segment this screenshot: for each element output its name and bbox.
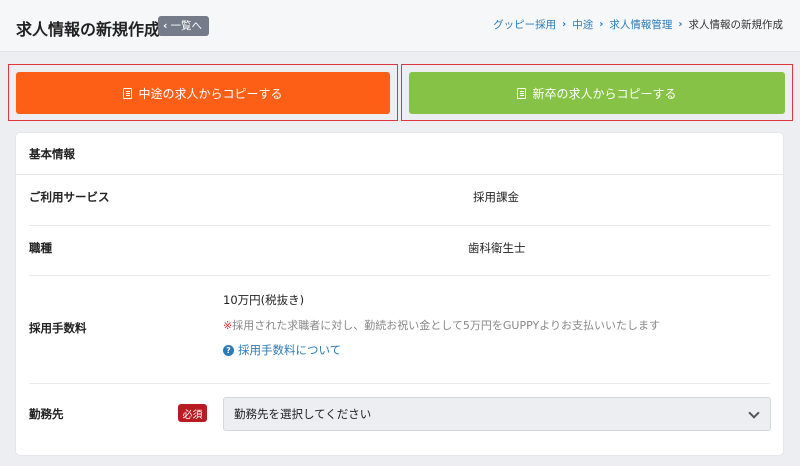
new-grad-copy-frame: 新卒の求人からコピーする xyxy=(401,64,793,121)
chevron-left-icon: ‹ xyxy=(163,19,168,32)
job-type-label: 職種 xyxy=(29,241,52,255)
workplace-row: 勤務先 必須 勤務先を選択してください xyxy=(29,384,771,444)
service-value: 採用課金 xyxy=(473,190,519,204)
page-header: 求人情報の新規作成 ‹ 一覧へ グッピー採用 › 中途 › 求人情報管理 › 求… xyxy=(0,0,800,52)
required-badge: 必須 xyxy=(178,404,207,422)
fee-info-link[interactable]: ? 採用手数料について xyxy=(223,342,341,358)
note-mark: ※ xyxy=(223,319,233,332)
copy-mid-career-button[interactable]: 中途の求人からコピーする xyxy=(16,72,390,114)
breadcrumb-current: 求人情報の新規作成 xyxy=(688,19,784,31)
breadcrumb-mid-career[interactable]: 中途 xyxy=(572,17,593,32)
breadcrumb-job-management[interactable]: 求人情報管理 xyxy=(609,17,672,32)
fee-row: 採用手数料 10万円(税抜き) ※採用された求職者に対し、勤続お祝い金として5万… xyxy=(29,276,770,384)
back-button-label: 一覧へ xyxy=(170,20,203,32)
chevron-right-icon: › xyxy=(562,19,567,30)
fee-info-link-label: 採用手数料について xyxy=(238,343,342,357)
copy-mid-career-label: 中途の求人からコピーする xyxy=(138,86,283,101)
fee-label: 採用手数料 xyxy=(29,321,87,335)
document-icon xyxy=(123,87,133,99)
fee-note-text: 採用された求職者に対し、勤続お祝い金として5万円をGUPPYよりお支払いいたしま… xyxy=(232,319,660,332)
question-circle-icon: ? xyxy=(223,344,234,356)
service-label: ご利用サービス xyxy=(29,190,110,204)
chevron-right-icon: › xyxy=(678,19,683,30)
job-type-row: 職種 歯科衛生士 xyxy=(29,226,770,276)
workplace-select[interactable]: 勤務先を選択してください xyxy=(223,397,771,431)
workplace-select-placeholder: 勤務先を選択してください xyxy=(234,407,372,421)
card-title: 基本情報 xyxy=(16,133,783,175)
service-row: ご利用サービス 採用課金 xyxy=(29,175,770,226)
basic-info-card: 基本情報 ご利用サービス 採用課金 職種 歯科衛生士 採用手数料 10万円(税抜… xyxy=(16,133,783,455)
breadcrumb: グッピー採用 › 中途 › 求人情報管理 › 求人情報の新規作成 xyxy=(493,17,783,32)
fee-note: ※採用された求職者に対し、勤続お祝い金として5万円をGUPPYよりお支払いいたし… xyxy=(223,317,660,333)
document-icon xyxy=(517,87,527,99)
fee-amount: 10万円(税抜き) xyxy=(223,293,305,307)
page-title: 求人情報の新規作成 xyxy=(16,20,161,39)
workplace-label: 勤務先 xyxy=(29,407,64,421)
copy-new-grad-button[interactable]: 新卒の求人からコピーする xyxy=(409,72,785,114)
job-type-value: 歯科衛生士 xyxy=(468,241,526,255)
chevron-right-icon: › xyxy=(599,19,604,30)
breadcrumb-guppy[interactable]: グッピー採用 xyxy=(493,17,556,32)
mid-career-copy-frame: 中途の求人からコピーする xyxy=(8,64,398,121)
back-to-list-button[interactable]: ‹ 一覧へ xyxy=(158,16,210,36)
chevron-down-icon xyxy=(748,407,760,419)
copy-new-grad-label: 新卒の求人からコピーする xyxy=(532,86,677,101)
